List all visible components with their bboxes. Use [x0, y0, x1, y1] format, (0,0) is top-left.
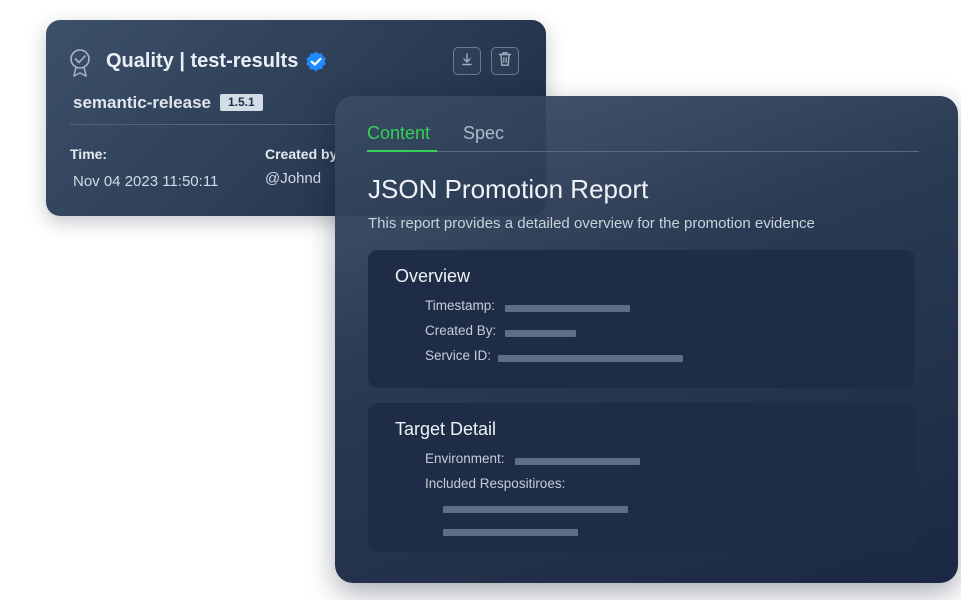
environment-value-placeholder: [515, 458, 640, 465]
download-icon: [461, 52, 473, 71]
overview-section: Overview Timestamp: Created By: Service …: [368, 250, 915, 388]
created-by-label: Created by: [265, 146, 338, 162]
tab-content[interactable]: Content: [367, 123, 430, 144]
report-title: JSON Promotion Report: [368, 174, 649, 204]
repository-item-placeholder: [443, 506, 628, 513]
trash-icon: [498, 51, 512, 72]
timestamp-label: Timestamp:: [425, 298, 496, 313]
active-tab-indicator: [367, 150, 437, 152]
certificate-icon: [68, 48, 92, 78]
service-id-value-placeholder: [498, 355, 683, 362]
created-by-field-label: Created By:: [425, 323, 497, 338]
service-id-label: Service ID:: [425, 348, 492, 363]
timestamp-value-placeholder: [505, 305, 630, 312]
tab-divider: [367, 151, 919, 152]
report-card: Content Spec JSON Promotion Report This …: [335, 96, 958, 583]
package-name: semantic-release: [73, 93, 211, 112]
environment-label: Environment:: [425, 451, 505, 466]
time-value: Nov 04 2023 11:50:11: [73, 173, 219, 190]
version-badge: 1.5.1: [220, 94, 263, 111]
time-label: Time:: [70, 146, 108, 162]
delete-button[interactable]: [491, 47, 519, 75]
verified-badge-icon: [304, 50, 328, 74]
repository-item-placeholder: [443, 529, 578, 536]
created-by-value: @Johnd: [265, 170, 322, 187]
target-detail-title: Target Detail: [395, 419, 497, 439]
created-by-value-placeholder: [505, 330, 576, 337]
target-detail-section: Target Detail Environment: Included Resp…: [368, 403, 915, 552]
download-button[interactable]: [453, 47, 481, 75]
tab-spec[interactable]: Spec: [463, 123, 504, 144]
report-description: This report provides a detailed overview…: [368, 215, 815, 232]
included-repositories-label: Included Respositiroes:: [425, 476, 566, 491]
overview-title: Overview: [395, 266, 471, 286]
card-title: Quality | test-results: [106, 50, 299, 72]
